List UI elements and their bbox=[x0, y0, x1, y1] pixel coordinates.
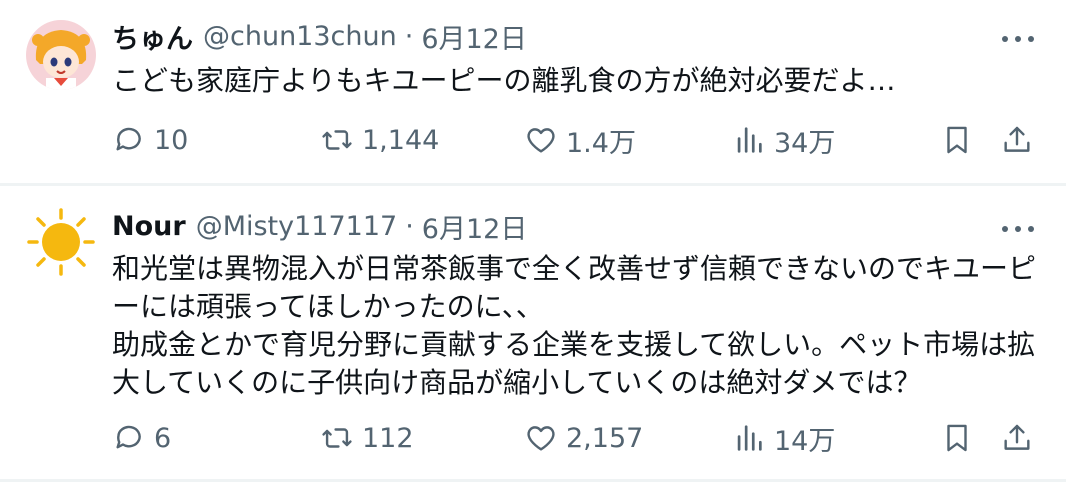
avatar[interactable] bbox=[26, 207, 96, 277]
retweet-count: 112 bbox=[362, 422, 414, 454]
reply-button[interactable]: 6 bbox=[112, 418, 171, 458]
like-count: 2,157 bbox=[566, 422, 644, 454]
tweet-text: 和光堂は異物混入が日常茶飯事で全く改善せず信頼できないのでキユーピーには頑張って… bbox=[112, 252, 1037, 399]
tweet-text: こども家庭庁よりもキユーピーの離乳食の方が絶対必要だよ… bbox=[112, 64, 896, 97]
views-chart-icon bbox=[737, 425, 762, 451]
anime-girl-avatar-icon bbox=[26, 20, 96, 90]
separator: · bbox=[405, 210, 414, 242]
views-button[interactable]: 34万 bbox=[732, 120, 835, 160]
reply-icon bbox=[116, 425, 141, 449]
more-options-icon[interactable] bbox=[998, 214, 1038, 244]
heart-icon bbox=[527, 128, 555, 153]
retweet-icon bbox=[322, 428, 352, 448]
view-count: 14万 bbox=[774, 425, 836, 457]
view-count: 34万 bbox=[774, 127, 836, 159]
tweet-header: Nour @Misty117117 · 6月12日 bbox=[112, 206, 986, 246]
retweet-button[interactable]: 1,144 bbox=[320, 120, 439, 160]
reply-count: 10 bbox=[154, 124, 189, 156]
avatar[interactable] bbox=[26, 20, 96, 90]
like-button[interactable]: 2,157 bbox=[524, 418, 643, 458]
bookmark-button[interactable] bbox=[940, 120, 974, 160]
share-button[interactable] bbox=[1000, 120, 1034, 160]
display-name[interactable]: ちゅん bbox=[112, 17, 193, 56]
separator: · bbox=[404, 20, 414, 52]
bookmark-icon bbox=[947, 126, 967, 154]
action-bar: 6 112 2,157 14万 bbox=[112, 418, 1046, 458]
reply-button[interactable]: 10 bbox=[112, 120, 188, 160]
like-count: 1.4万 bbox=[566, 127, 636, 159]
tweet[interactable]: Nour @Misty117117 · 6月12日 和光堂は異物混入が日常茶飯事… bbox=[0, 186, 1066, 482]
more-options-icon[interactable] bbox=[998, 24, 1038, 54]
share-icon bbox=[1004, 424, 1030, 450]
timestamp[interactable]: 6月12日 bbox=[422, 207, 528, 246]
retweet-count: 1,144 bbox=[362, 124, 440, 156]
retweet-button[interactable]: 112 bbox=[320, 418, 414, 458]
views-button[interactable]: 14万 bbox=[732, 418, 835, 458]
display-name[interactable]: Nour bbox=[112, 211, 186, 242]
handle[interactable]: @Misty117117 bbox=[196, 211, 398, 242]
reply-count: 6 bbox=[154, 422, 172, 454]
share-button[interactable] bbox=[1000, 418, 1034, 458]
bookmark-button[interactable] bbox=[940, 418, 974, 458]
tweet[interactable]: ちゅん @chun13chun · 6月12日 こども家庭庁よりもキユーピーの離… bbox=[0, 0, 1066, 183]
reply-icon bbox=[116, 127, 141, 151]
share-icon bbox=[1004, 126, 1030, 152]
sun-avatar-icon bbox=[26, 207, 96, 277]
action-bar: 10 1,144 1.4万 34万 bbox=[112, 120, 1046, 160]
heart-icon bbox=[527, 426, 555, 451]
like-button[interactable]: 1.4万 bbox=[524, 120, 636, 160]
views-chart-icon bbox=[737, 127, 762, 153]
retweet-icon bbox=[322, 130, 352, 150]
tweet-header: ちゅん @chun13chun · 6月12日 bbox=[112, 16, 986, 56]
handle[interactable]: @chun13chun bbox=[203, 21, 397, 52]
bookmark-icon bbox=[947, 424, 967, 452]
timestamp[interactable]: 6月12日 bbox=[421, 17, 527, 56]
